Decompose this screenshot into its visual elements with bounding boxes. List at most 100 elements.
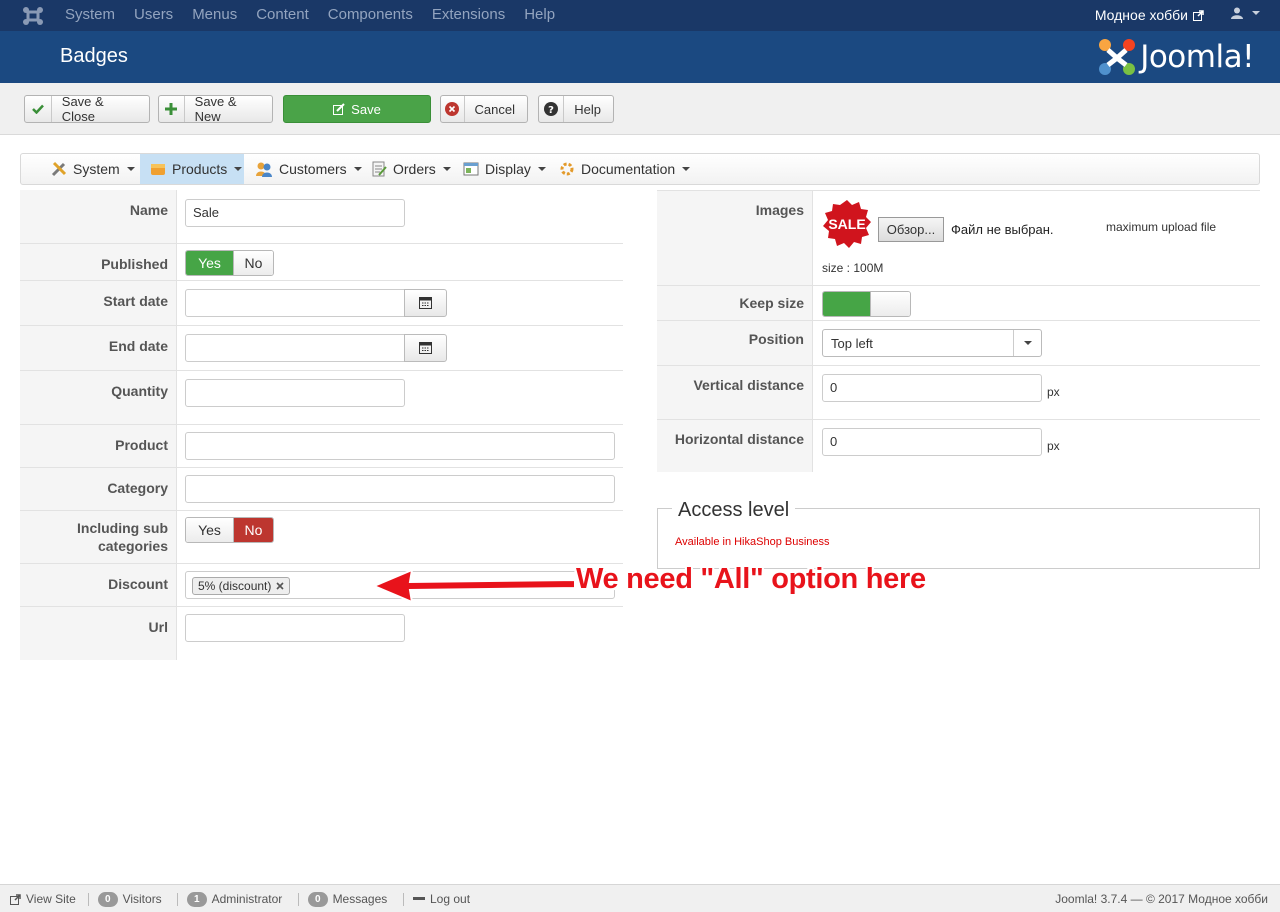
joomla-wordmark: Joomla!	[1140, 39, 1254, 75]
menu-menus[interactable]: Menus	[192, 0, 237, 31]
page-header: Badges Joomla!	[0, 31, 1280, 83]
browse-button[interactable]: Обзор...	[878, 217, 944, 242]
nav-customers[interactable]: Customers	[255, 154, 362, 184]
nav-orders[interactable]: Orders	[371, 154, 451, 184]
remove-tag-icon[interactable]	[276, 582, 284, 590]
menu-components[interactable]: Components	[328, 0, 413, 31]
keep-size-yes[interactable]	[823, 292, 870, 316]
administrator-link[interactable]: 1 Administrator	[187, 885, 282, 912]
save-close-label: Save & Close	[61, 94, 104, 124]
end-date-input[interactable]	[185, 334, 405, 362]
menu-content[interactable]: Content	[256, 0, 309, 31]
documentation-icon	[560, 162, 574, 176]
nav-system[interactable]: System	[51, 154, 135, 184]
published-no[interactable]: No	[233, 251, 273, 275]
save-close-button[interactable]: Save & Close	[24, 94, 150, 124]
published-yes[interactable]: Yes	[186, 251, 233, 275]
external-link-icon	[10, 893, 21, 905]
toolbar: Save & Close Save & New Save Cancel ? He…	[0, 83, 1280, 135]
svg-text:?: ?	[548, 105, 554, 116]
keep-size-toggle	[822, 291, 911, 317]
status-divider	[403, 893, 404, 906]
messages-link[interactable]: 0 Messages	[308, 885, 387, 912]
published-toggle: Yes No	[185, 250, 274, 276]
minus-icon	[413, 897, 425, 900]
product-label: Product	[20, 425, 177, 467]
url-input[interactable]	[185, 614, 405, 642]
vertical-px-unit: px	[1047, 385, 1060, 399]
horizontal-distance-input[interactable]: 0	[822, 428, 1042, 456]
status-divider	[177, 893, 178, 906]
menu-extensions[interactable]: Extensions	[432, 0, 505, 31]
messages-count-badge: 0	[308, 891, 328, 907]
chevron-down-icon	[126, 167, 135, 171]
save-new-button[interactable]: Save & New	[158, 94, 273, 124]
help-label: Help	[574, 101, 601, 117]
end-date-calendar-button[interactable]	[404, 334, 447, 362]
calendar-icon	[419, 342, 432, 354]
images-label: Images	[657, 191, 813, 285]
nav-display-label: Display	[485, 161, 531, 177]
external-link-icon	[1193, 9, 1204, 21]
nav-documentation[interactable]: Documentation	[559, 154, 691, 184]
start-date-calendar-button[interactable]	[404, 289, 447, 317]
including-sub-no[interactable]: No	[233, 518, 273, 542]
position-select[interactable]: Top left	[822, 329, 1042, 357]
calendar-icon	[419, 297, 432, 309]
file-status: Файл не выбран.	[951, 222, 1054, 237]
discount-label: Discount	[20, 564, 177, 606]
name-input[interactable]: Sale	[185, 199, 405, 227]
question-icon: ?	[539, 96, 565, 122]
including-sub-yes[interactable]: Yes	[186, 518, 233, 542]
menu-users[interactable]: Users	[134, 0, 173, 31]
dropdown-toggle[interactable]	[1013, 330, 1041, 356]
nav-system-label: System	[73, 161, 120, 177]
user-menu[interactable]	[1231, 7, 1260, 19]
admin-menu: System Users Menus Content Components Ex…	[65, 0, 574, 31]
category-input[interactable]	[185, 475, 615, 503]
product-input[interactable]	[185, 432, 615, 460]
display-icon	[463, 162, 479, 176]
messages-label: Messages	[332, 892, 388, 906]
vertical-distance-input[interactable]: 0	[822, 374, 1042, 402]
keep-size-no[interactable]	[870, 292, 910, 316]
horizontal-distance-label: Horizontal distance	[657, 420, 813, 472]
chevron-down-icon	[1024, 341, 1032, 345]
access-level-legend: Access level	[672, 499, 796, 522]
nav-products[interactable]: Products	[140, 154, 244, 184]
joomla-logo-icon[interactable]	[22, 6, 44, 26]
cancel-button[interactable]: Cancel	[440, 95, 528, 123]
published-label: Published	[20, 244, 177, 280]
save-button[interactable]: Save	[283, 95, 431, 123]
upload-size-text: size : 100M	[822, 261, 884, 275]
logout-link[interactable]: Log out	[413, 885, 470, 912]
visitors-link[interactable]: 0 Visitors	[98, 885, 162, 912]
joomla-brand: Joomla!	[1098, 38, 1254, 76]
product-row: Product	[20, 425, 623, 468]
save-label: Save	[351, 101, 381, 117]
site-link[interactable]: Модное хобби	[1095, 0, 1204, 30]
logout-label: Log out	[430, 892, 471, 906]
menu-help[interactable]: Help	[524, 0, 555, 31]
published-row: Published Yes No	[20, 244, 623, 281]
cancel-label: Cancel	[474, 101, 515, 117]
tools-icon	[51, 161, 67, 177]
including-sub-toggle: Yes No	[185, 517, 274, 543]
sale-badge-image: SALE	[823, 200, 871, 248]
category-label: Category	[20, 468, 177, 510]
help-button[interactable]: ? Help	[538, 95, 614, 123]
view-site-link[interactable]: View Site	[10, 885, 76, 912]
quantity-input[interactable]	[185, 379, 405, 407]
menu-system[interactable]: System	[65, 0, 115, 31]
including-sub-label: Including sub categories	[20, 511, 177, 563]
keep-size-label: Keep size	[657, 286, 813, 320]
orders-icon	[372, 161, 387, 177]
visitors-label: Visitors	[122, 892, 162, 906]
administrator-label: Administrator	[211, 892, 283, 906]
edit-icon	[333, 103, 345, 115]
nav-display[interactable]: Display	[463, 154, 546, 184]
chevron-down-icon	[1252, 11, 1260, 15]
start-date-input[interactable]	[185, 289, 405, 317]
admin-top-bar: System Users Menus Content Components Ex…	[0, 0, 1280, 31]
access-level-fieldset: Access level Available in HikaShop Busin…	[657, 499, 1260, 569]
